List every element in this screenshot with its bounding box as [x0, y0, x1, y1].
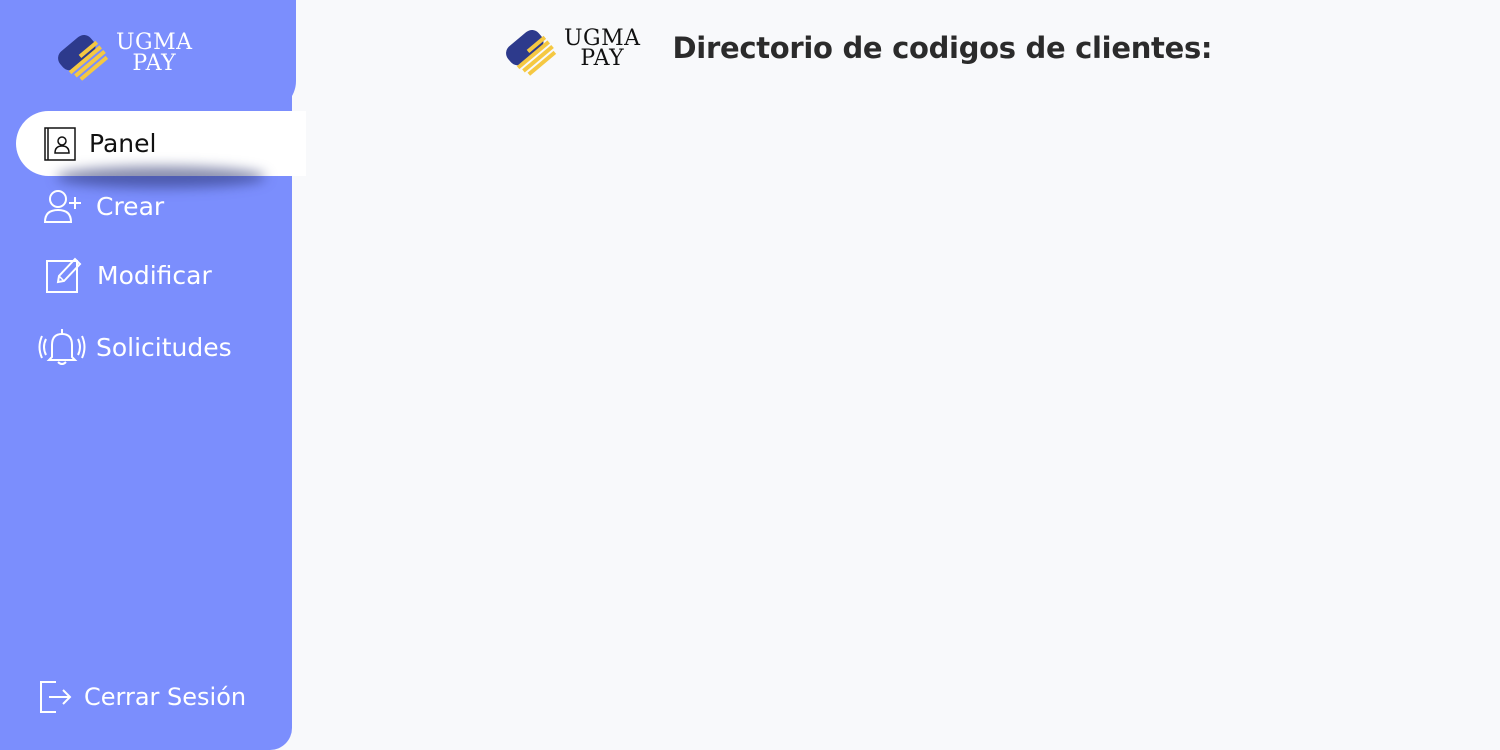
- sidebar-brand-area: UGMA PAY: [0, 0, 296, 111]
- sidebar-item-solicitudes[interactable]: Solicitudes: [38, 327, 232, 367]
- logout-label: Cerrar Sesión: [84, 683, 247, 711]
- sidebar-logo[interactable]: UGMA PAY: [50, 25, 193, 81]
- sidebar-item-label: Modificar: [97, 260, 212, 290]
- sidebar-item-panel[interactable]: Panel: [16, 111, 306, 188]
- logout-button[interactable]: Cerrar Sesión: [38, 680, 246, 714]
- header-logo[interactable]: UGMA PAY: [498, 20, 641, 76]
- add-user-icon: [44, 188, 82, 224]
- sidebar-item-label: Panel: [89, 129, 157, 158]
- brand-line1: UGMA: [564, 26, 641, 51]
- logout-icon: [38, 680, 72, 714]
- sidebar: UGMA PAY Panel Crear Modificar Solicitud…: [0, 0, 306, 750]
- brand-line1: UGMA: [116, 30, 193, 55]
- edit-icon: [46, 256, 82, 294]
- sidebar-item-label: Crear: [96, 191, 165, 221]
- page-title: Directorio de codigos de clientes:: [672, 31, 1213, 65]
- contact-book-icon: [43, 126, 77, 161]
- bell-ringing-icon: [38, 327, 86, 367]
- ugma-pay-logo-icon: [506, 30, 557, 76]
- page-header: UGMA PAY Directorio de codigos de client…: [498, 20, 1213, 76]
- brand-line2: PAY: [580, 46, 625, 71]
- ugma-pay-logo-icon: [58, 35, 109, 81]
- sidebar-logo-text: UGMA PAY: [116, 30, 193, 76]
- active-item-shadow: [56, 166, 266, 188]
- sidebar-item-label: Solicitudes: [96, 332, 232, 362]
- sidebar-item-crear[interactable]: Crear: [44, 188, 164, 224]
- sidebar-item-modificar[interactable]: Modificar: [46, 256, 212, 294]
- header-logo-text: UGMA PAY: [564, 26, 641, 71]
- brand-line2: PAY: [132, 51, 177, 76]
